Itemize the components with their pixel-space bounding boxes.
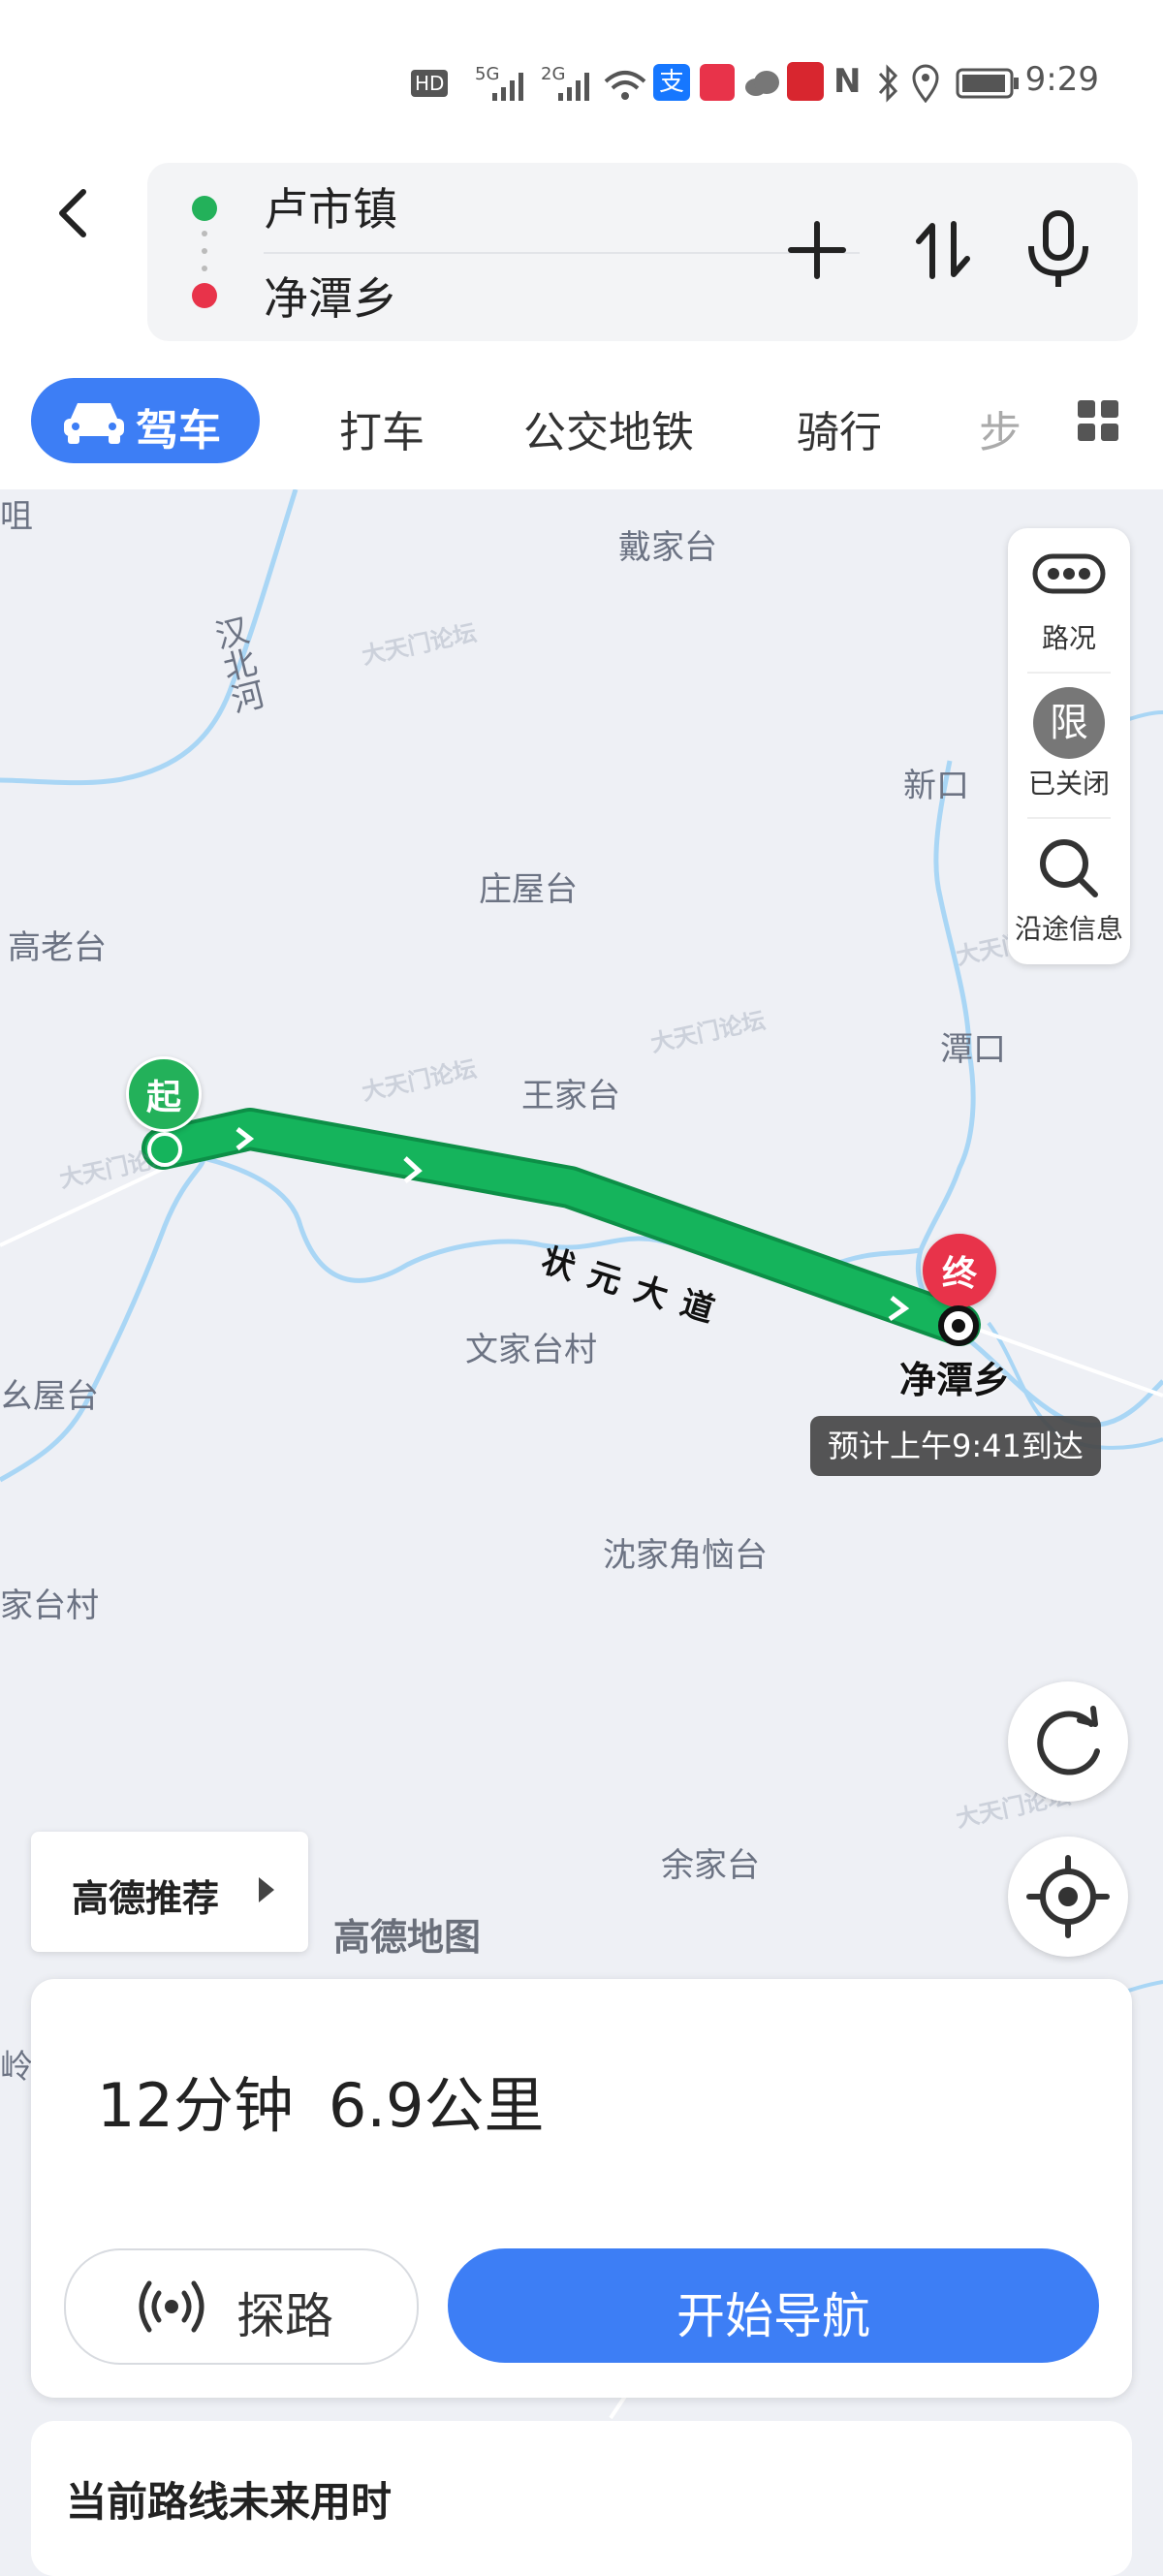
tab-transit[interactable]: 公交地铁 [523, 397, 694, 459]
alipay-icon: 支 [653, 64, 690, 101]
tab-taxi[interactable]: 打车 [339, 397, 424, 459]
bluetooth-icon [878, 64, 898, 103]
distance: 6.9公里 [328, 2070, 545, 2141]
traffic-button[interactable]: 路况 [1008, 528, 1130, 674]
locate-button[interactable] [1008, 1837, 1128, 1957]
map-label: 幺屋台 [0, 1377, 99, 1416]
car-icon [64, 403, 124, 444]
eta-tooltip: 预计上午9:41到达 [810, 1416, 1101, 1476]
add-waypoint-icon[interactable] [783, 216, 851, 284]
destination-map-label: 净潭乡 [899, 1359, 1011, 1401]
along-route-button[interactable]: 沿途信息 [1008, 819, 1130, 964]
future-time-card: 当前路线未来用时 [31, 2421, 1132, 2576]
swap-icon[interactable] [909, 216, 977, 284]
map-label: 岭 [0, 2048, 33, 2087]
duration: 12分钟 [97, 2070, 294, 2141]
recommend-label: 高德推荐 [72, 1877, 220, 1920]
destination-field[interactable]: 净潭乡 [264, 264, 397, 328]
route-summary-card: 12分钟 6.9公里 探路 开始导航 [31, 1979, 1132, 2398]
status-bar: HD 5G 2G 支 N 9:29 [0, 0, 1163, 160]
start-navigation-button[interactable]: 开始导航 [448, 2248, 1099, 2363]
clock: 9:29 [1024, 60, 1099, 99]
locate-icon [1026, 1855, 1110, 1938]
microphone-icon[interactable] [1020, 209, 1097, 291]
cloud-icon [745, 71, 779, 96]
route-summary: 12分钟 6.9公里 [97, 2057, 545, 2144]
search-icon [1040, 839, 1098, 897]
map-label: 沈家角恼台 [603, 1536, 768, 1575]
along-route-label: 沿途信息 [1014, 913, 1123, 945]
traffic-label: 路况 [1041, 622, 1096, 654]
battery-icon [956, 68, 1019, 99]
start-point [147, 1132, 182, 1167]
future-time-title: 当前路线未来用时 [66, 2478, 393, 2526]
signal-icon-2 [558, 73, 589, 101]
origin-dot-icon [192, 196, 217, 221]
origin-field[interactable]: 卢市镇 [264, 174, 397, 238]
tab-drive[interactable]: 驾车 [31, 378, 260, 463]
map-label: 家台村 [0, 1586, 99, 1625]
restriction-icon: 限 [1033, 687, 1105, 759]
map-label: 新口 [903, 767, 969, 805]
signal-icon [492, 73, 523, 101]
nfc-icon: N [833, 62, 862, 101]
refresh-button[interactable] [1008, 1681, 1128, 1802]
probe-button[interactable]: 探路 [64, 2248, 419, 2365]
map-tool-panel: 路况 限 已关闭 沿途信息 [1008, 528, 1130, 964]
map-label: 庄屋台 [479, 870, 578, 909]
map-label: 戴家台 [618, 528, 717, 567]
wifi-icon [604, 71, 646, 100]
back-icon[interactable] [47, 184, 105, 242]
tab-bike[interactable]: 骑行 [797, 397, 882, 459]
triangle-right-icon [259, 1877, 274, 1902]
map-label: 高老台 [8, 928, 107, 967]
amap-logo: 高德地图 [333, 1916, 482, 1959]
tab-drive-label: 驾车 [136, 406, 221, 456]
traffic-icon [1032, 553, 1106, 594]
hd-badge: HD [411, 70, 449, 97]
broadcast-icon [139, 2280, 204, 2333]
map-label: 王家台 [521, 1077, 620, 1115]
map-label: 咀 [0, 497, 33, 536]
map-label: 潭口 [940, 1030, 1006, 1069]
end-marker-label: 终 [941, 1254, 977, 1294]
restriction-label: 已关闭 [1027, 768, 1110, 800]
more-grid-icon[interactable] [1076, 398, 1120, 443]
end-marker[interactable]: 终 [923, 1234, 996, 1307]
start-marker-label: 起 [145, 1078, 181, 1117]
app-icon-red [787, 62, 824, 101]
location-icon [912, 64, 939, 103]
restriction-button[interactable]: 限 已关闭 [1008, 674, 1130, 819]
divider [264, 252, 860, 254]
map-label: 余家台 [661, 1846, 760, 1885]
recommend-button[interactable]: 高德推荐 [31, 1832, 308, 1952]
destination-dot-icon [192, 283, 217, 308]
map-label: 文家台村 [465, 1331, 597, 1369]
probe-label: 探路 [236, 2288, 333, 2344]
end-point [938, 1305, 979, 1346]
start-marker[interactable]: 起 [126, 1056, 202, 1132]
transport-tabs: 驾车 打车 公交地铁 骑行 步 [0, 363, 1163, 489]
refresh-icon [1037, 1706, 1100, 1775]
app-notification-icon [700, 64, 735, 101]
start-navigation-label: 开始导航 [676, 2288, 870, 2344]
route-input-box: 卢市镇 净潭乡 [147, 163, 1138, 341]
